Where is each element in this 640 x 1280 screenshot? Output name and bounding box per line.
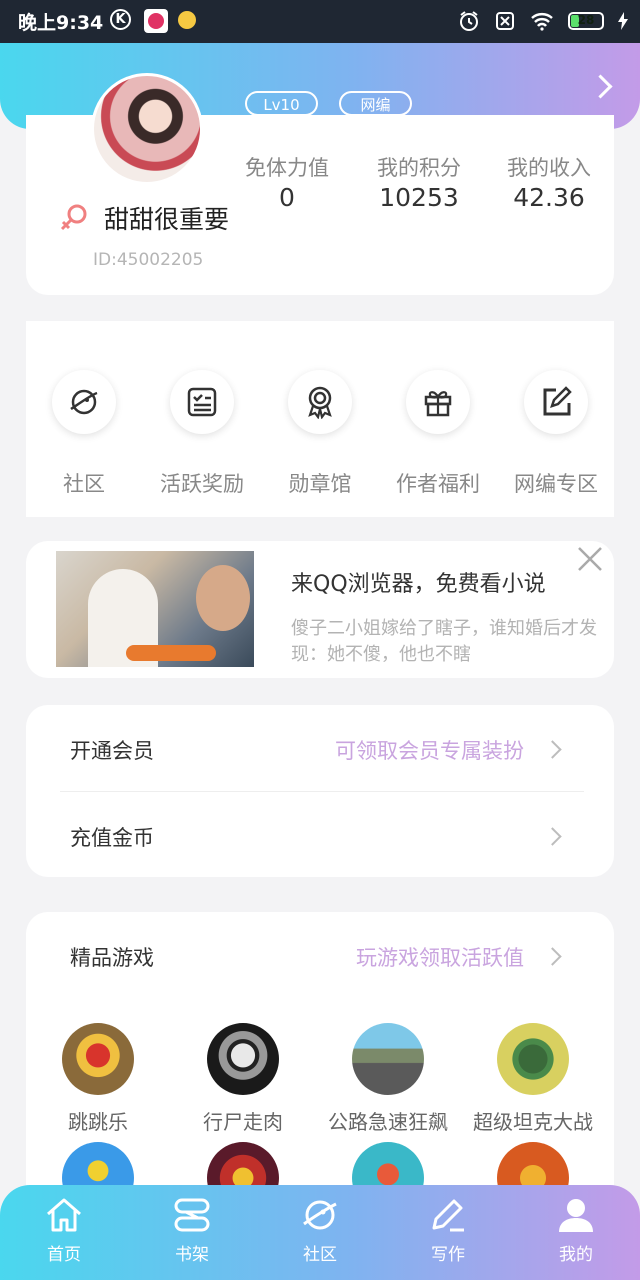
nav-bookshelf-label: 书架: [175, 1245, 209, 1265]
planet-icon: [303, 1200, 337, 1230]
stat-value-points[interactable]: 10253: [354, 183, 484, 212]
battery-level: 28: [577, 13, 595, 27]
app-notification-icon: [144, 9, 168, 33]
role-badge: 网编: [339, 91, 412, 116]
username: 甜甜很重要: [104, 205, 230, 234]
edit-square-icon: [543, 386, 572, 416]
medal-hall-label: 勋章馆: [288, 472, 352, 496]
nav-mine-label: 我的: [559, 1245, 593, 1265]
checklist-icon: [187, 387, 217, 417]
editor-zone-button[interactable]: [524, 370, 588, 434]
stat-label-stamina: 免体力值: [245, 156, 329, 180]
bookshelf-icon: [174, 1198, 210, 1232]
k-badge-icon: K: [110, 9, 131, 30]
game-name-walking-dead[interactable]: 行尸走肉: [168, 1106, 318, 1135]
nav-community[interactable]: 社区: [270, 1196, 370, 1270]
close-icon[interactable]: [577, 546, 603, 572]
nav-write[interactable]: 写作: [398, 1196, 498, 1270]
games-hint[interactable]: 玩游戏领取活跃值: [300, 942, 524, 972]
vip-hint: 可领取会员专属装扮: [335, 739, 524, 763]
game-icon-tank[interactable]: [497, 1023, 569, 1095]
avatar[interactable]: [91, 73, 203, 185]
stat-value-stamina[interactable]: 0: [222, 183, 352, 212]
status-time: 晚上9:34: [18, 12, 104, 34]
vip-label: 开通会员: [70, 739, 154, 763]
community-label: 社区: [63, 472, 105, 496]
activity-reward-label: 活跃奖励: [160, 472, 244, 496]
stat-label-points: 我的积分: [377, 156, 461, 180]
editor-zone-label: 网编专区: [514, 472, 598, 496]
level-badge: Lv10: [245, 91, 318, 116]
user-id: ID:45002205: [93, 250, 204, 270]
medal-hall-button[interactable]: [288, 370, 352, 434]
status-bar: 晚上9:34 K 28: [0, 0, 640, 43]
wifi-icon: [531, 13, 553, 31]
ad-image[interactable]: [56, 551, 254, 667]
game-name-highway[interactable]: 公路急速狂飙: [313, 1106, 463, 1135]
alarm-icon: [460, 11, 478, 31]
game-name-tank[interactable]: 超级坦克大战: [458, 1106, 608, 1135]
nav-write-label: 写作: [431, 1245, 465, 1265]
game-icon-jump[interactable]: [62, 1023, 134, 1095]
author-benefit-label: 作者福利: [396, 472, 480, 496]
game-name-jump[interactable]: 跳跳乐: [23, 1106, 173, 1135]
ad-description: 傻子二小姐嫁给了瞎子，谁知婚后才发现：她不傻，他也不瞎: [291, 618, 597, 665]
no-sim-icon: [496, 12, 514, 30]
nav-bookshelf[interactable]: 书架: [142, 1196, 242, 1270]
pen-icon: [432, 1199, 464, 1232]
battery-icon: 28: [568, 12, 604, 30]
nav-community-label: 社区: [303, 1245, 337, 1265]
medal-icon: [308, 386, 332, 419]
gift-icon: [424, 391, 452, 417]
nav-home[interactable]: 首页: [14, 1196, 114, 1270]
status-icons: 28: [458, 8, 628, 34]
game-icon-highway[interactable]: [352, 1023, 424, 1095]
stat-label-income: 我的收入: [507, 156, 591, 180]
home-icon: [47, 1198, 81, 1232]
activity-reward-button[interactable]: [170, 370, 234, 434]
author-benefit-button[interactable]: [406, 370, 470, 434]
stat-value-income[interactable]: 42.36: [484, 183, 614, 212]
nav-mine[interactable]: 我的: [526, 1196, 626, 1270]
nav-home-label: 首页: [47, 1245, 81, 1265]
user-icon: [559, 1199, 593, 1232]
female-gender-icon: [60, 204, 87, 231]
planet-icon: [70, 389, 98, 415]
charging-icon: [618, 12, 628, 30]
notification-bulb-icon: [178, 11, 196, 29]
ad-title[interactable]: 来QQ浏览器，免费看小说: [291, 566, 546, 598]
game-icon-walking-dead[interactable]: [207, 1023, 279, 1095]
community-button[interactable]: [52, 370, 116, 434]
games-title: 精品游戏: [70, 946, 154, 970]
recharge-label: 充值金币: [70, 826, 154, 850]
